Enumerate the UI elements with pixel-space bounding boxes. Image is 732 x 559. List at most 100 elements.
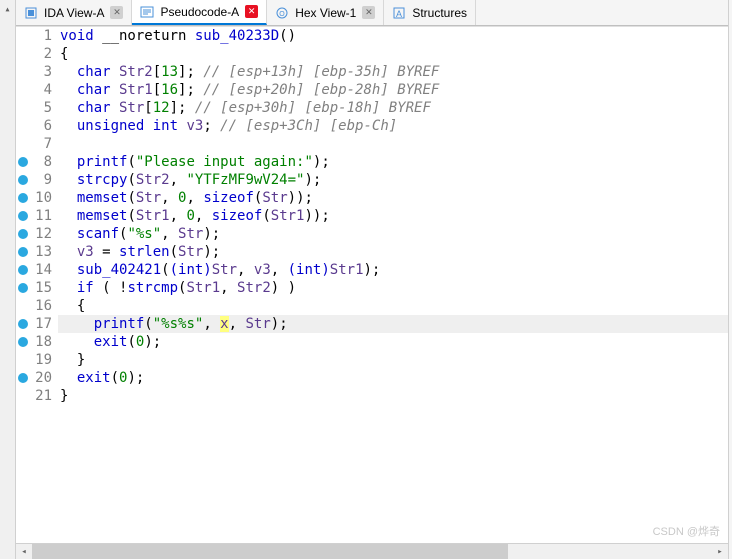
code-line[interactable]: 18 exit(0); (16, 333, 728, 351)
line-number: 10 (30, 189, 58, 207)
code-line[interactable]: 8 printf("Please input again:"); (16, 153, 728, 171)
code-line[interactable]: 1void __noreturn sub_40233D() (16, 27, 728, 45)
vertical-scrollbar[interactable]: ▴ (0, 0, 16, 559)
code-line[interactable]: 7 (16, 135, 728, 153)
code-line[interactable]: 16 { (16, 297, 728, 315)
code-line[interactable]: 2{ (16, 45, 728, 63)
close-icon[interactable]: ✕ (110, 6, 123, 19)
scroll-up-icon[interactable]: ▴ (4, 4, 10, 15)
tab-hex-view[interactable]: O Hex View-1 ✕ (267, 0, 384, 25)
line-number: 4 (30, 81, 58, 99)
hex-view-icon: O (275, 6, 289, 20)
code-line[interactable]: 17 printf("%s%s", x, Str); (16, 315, 728, 333)
breakpoint-icon[interactable] (18, 211, 28, 221)
close-icon[interactable]: ✕ (362, 6, 375, 19)
code-line[interactable]: 13 v3 = strlen(Str); (16, 243, 728, 261)
tab-label: Hex View-1 (295, 6, 356, 20)
code-text: } (58, 387, 728, 405)
code-text: void __noreturn sub_40233D() (58, 27, 728, 45)
svg-text:O: O (279, 11, 285, 18)
breakpoint-icon[interactable] (18, 229, 28, 239)
line-number: 6 (30, 117, 58, 135)
code-text: sub_402421((int)Str, v3, (int)Str1); (58, 261, 728, 279)
breakpoint-icon[interactable] (18, 337, 28, 347)
structures-icon: A (392, 6, 406, 20)
line-number: 13 (30, 243, 58, 261)
line-number: 11 (30, 207, 58, 225)
code-text: char Str1[16]; // [esp+20h] [ebp-28h] BY… (58, 81, 728, 99)
code-line[interactable]: 12 scanf("%s", Str); (16, 225, 728, 243)
code-line[interactable]: 6 unsigned int v3; // [esp+3Ch] [ebp-Ch] (16, 117, 728, 135)
tab-label: IDA View-A (44, 6, 104, 20)
code-line[interactable]: 9 strcpy(Str2, "YTFzMF9wV24="); (16, 171, 728, 189)
tab-bar: IDA View-A ✕ Pseudocode-A ✕ O Hex View-1… (16, 0, 728, 26)
breakpoint-icon[interactable] (18, 175, 28, 185)
line-number: 5 (30, 99, 58, 117)
close-icon[interactable]: ✕ (245, 5, 258, 18)
breakpoint-icon[interactable] (18, 247, 28, 257)
line-number: 3 (30, 63, 58, 81)
code-line[interactable]: 10 memset(Str, 0, sizeof(Str)); (16, 189, 728, 207)
breakpoint-icon[interactable] (18, 373, 28, 383)
code-text: exit(0); (58, 333, 728, 351)
breakpoint-icon[interactable] (18, 193, 28, 203)
horizontal-scrollbar[interactable]: ◂ ▸ (16, 543, 728, 559)
line-number: 7 (30, 135, 58, 153)
code-line[interactable]: 11 memset(Str1, 0, sizeof(Str1)); (16, 207, 728, 225)
svg-text:A: A (396, 9, 402, 19)
code-text: } (58, 351, 728, 369)
scroll-right-icon[interactable]: ▸ (712, 544, 728, 559)
code-text: printf("Please input again:"); (58, 153, 728, 171)
code-text (58, 135, 728, 153)
line-number: 16 (30, 297, 58, 315)
line-number: 12 (30, 225, 58, 243)
code-line[interactable]: 21} (16, 387, 728, 405)
breakpoint-icon[interactable] (18, 157, 28, 167)
code-editor[interactable]: 1void __noreturn sub_40233D()2{3 char St… (16, 26, 728, 543)
line-number: 1 (30, 27, 58, 45)
code-text: char Str[12]; // [esp+30h] [ebp-18h] BYR… (58, 99, 728, 117)
code-line[interactable]: 4 char Str1[16]; // [esp+20h] [ebp-28h] … (16, 81, 728, 99)
line-number: 19 (30, 351, 58, 369)
line-number: 20 (30, 369, 58, 387)
tab-ida-view[interactable]: IDA View-A ✕ (16, 0, 132, 25)
line-number: 15 (30, 279, 58, 297)
code-text: printf("%s%s", x, Str); (58, 315, 728, 333)
tab-label: Pseudocode-A (160, 5, 239, 19)
tab-structures[interactable]: A Structures (384, 0, 476, 25)
breakpoint-icon[interactable] (18, 265, 28, 275)
code-text: memset(Str, 0, sizeof(Str)); (58, 189, 728, 207)
code-line[interactable]: 3 char Str2[13]; // [esp+13h] [ebp-35h] … (16, 63, 728, 81)
code-line[interactable]: 15 if ( !strcmp(Str1, Str2) ) (16, 279, 728, 297)
line-number: 8 (30, 153, 58, 171)
line-number: 17 (30, 315, 58, 333)
code-line[interactable]: 20 exit(0); (16, 369, 728, 387)
scroll-thumb[interactable] (32, 544, 508, 559)
code-text: memset(Str1, 0, sizeof(Str1)); (58, 207, 728, 225)
line-number: 14 (30, 261, 58, 279)
line-number: 21 (30, 387, 58, 405)
code-line[interactable]: 14 sub_402421((int)Str, v3, (int)Str1); (16, 261, 728, 279)
line-number: 9 (30, 171, 58, 189)
code-line[interactable]: 5 char Str[12]; // [esp+30h] [ebp-18h] B… (16, 99, 728, 117)
tab-label: Structures (412, 6, 467, 20)
breakpoint-icon[interactable] (18, 319, 28, 329)
ida-view-icon (24, 6, 38, 20)
code-text: if ( !strcmp(Str1, Str2) ) (58, 279, 728, 297)
code-text: unsigned int v3; // [esp+3Ch] [ebp-Ch] (58, 117, 728, 135)
code-text: char Str2[13]; // [esp+13h] [ebp-35h] BY… (58, 63, 728, 81)
code-text: { (58, 45, 728, 63)
scroll-left-icon[interactable]: ◂ (16, 544, 32, 559)
watermark: CSDN @烨奇 (653, 523, 720, 539)
line-number: 18 (30, 333, 58, 351)
panel-border (728, 0, 732, 559)
breakpoint-icon[interactable] (18, 283, 28, 293)
code-text: scanf("%s", Str); (58, 225, 728, 243)
code-text: { (58, 297, 728, 315)
tab-pseudocode[interactable]: Pseudocode-A ✕ (132, 0, 267, 25)
line-number: 2 (30, 45, 58, 63)
code-text: v3 = strlen(Str); (58, 243, 728, 261)
code-line[interactable]: 19 } (16, 351, 728, 369)
pseudocode-icon (140, 5, 154, 19)
code-text: exit(0); (58, 369, 728, 387)
